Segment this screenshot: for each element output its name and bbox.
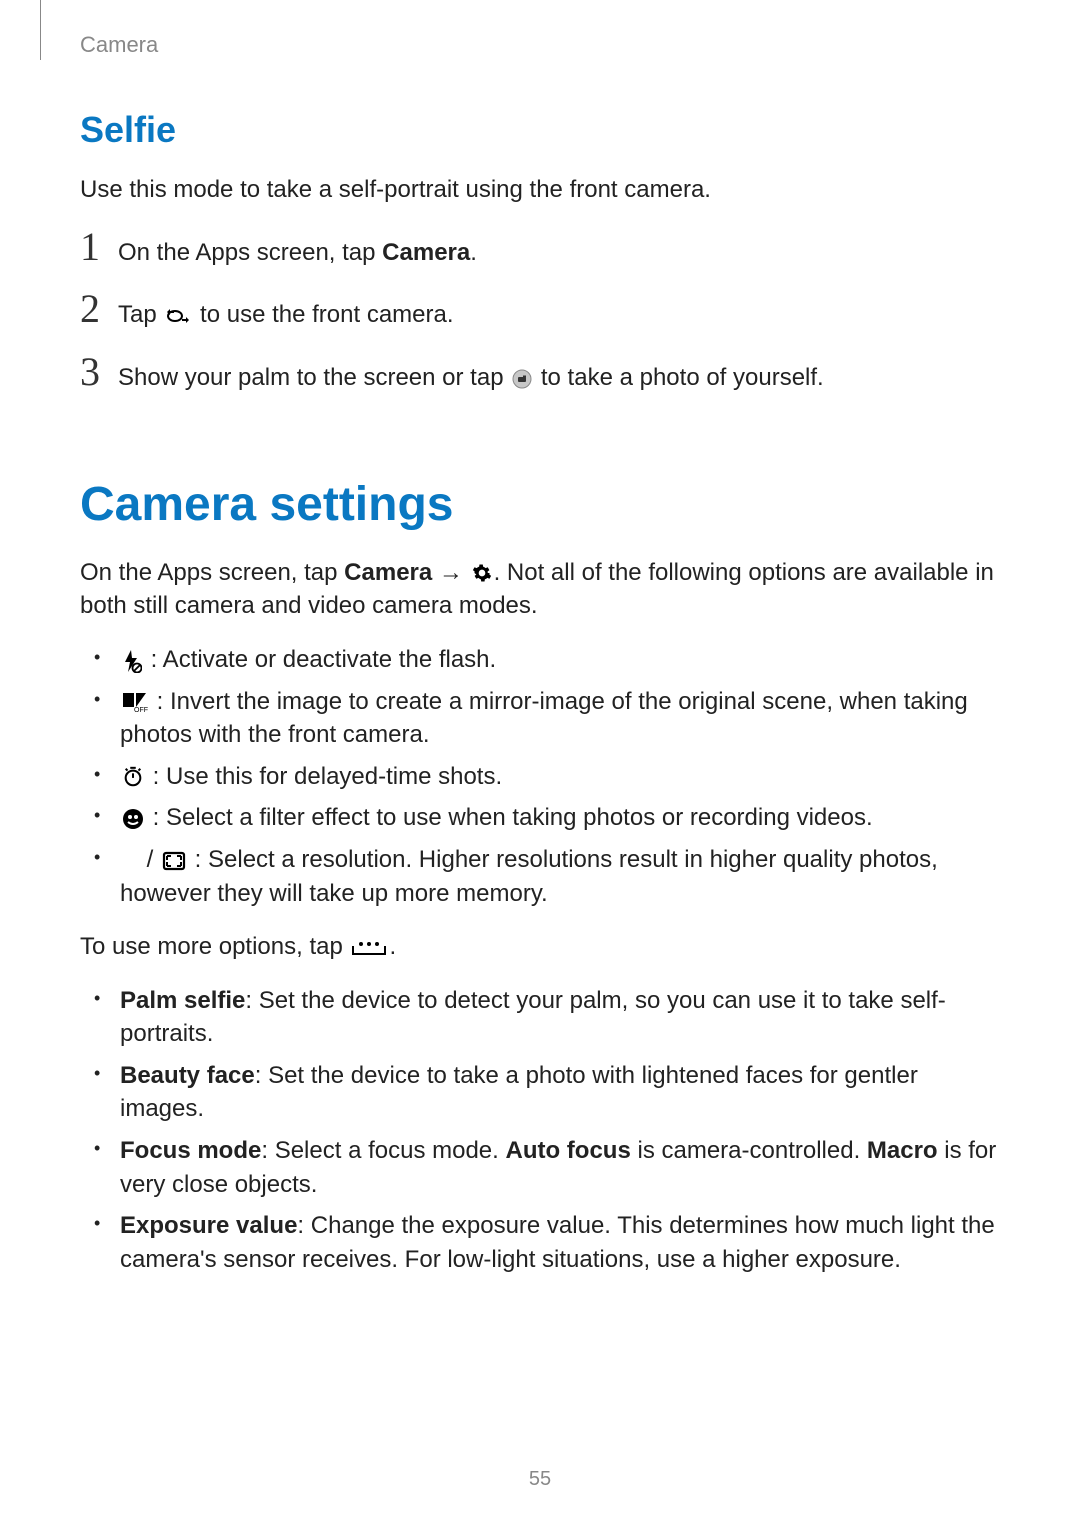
step-number: 3 [80,352,118,392]
focus-bold2: Macro [867,1137,938,1164]
camera-settings-heading: Camera settings [80,471,1000,538]
resolution-sep: / [140,846,160,873]
page-number: 55 [0,1465,1080,1493]
timer-icon [122,766,144,788]
step-1-post: . [470,239,477,266]
list-item-beauty-face: Beauty face: Set the device to take a ph… [80,1059,1000,1126]
selfie-heading: Selfie [80,105,1000,155]
selfie-steps: 1 On the Apps screen, tap Camera. 2 Tap … [80,227,1000,395]
step-2: 2 Tap to use the front camera. [80,289,1000,332]
camera-settings-intro: On the Apps screen, tap Camera → . Not a… [80,556,1000,623]
flash-off-icon [122,649,142,673]
resolution-desc: : Select a resolution. Higher resolution… [120,846,938,907]
step-1-bold: Camera [382,239,470,266]
timer-desc: : Use this for delayed-time shots. [146,763,502,790]
step-2-post: to use the front camera. [193,301,453,328]
list-item-filter: : Select a filter effect to use when tak… [80,801,1000,835]
step-number: 2 [80,289,118,329]
gear-icon [472,563,492,583]
more-intro-post: . [389,933,396,960]
shutter-icon [512,369,532,389]
step-3-post: to take a photo of yourself. [534,364,824,391]
list-item-mirror: OFF : Invert the image to create a mirro… [80,685,1000,752]
focus-bold1: Auto focus [505,1137,630,1164]
exposure-label: Exposure value [120,1212,297,1239]
settings-intro-bold: Camera [344,559,432,586]
step-3-text: Show your palm to the screen or tap to t… [118,361,1000,395]
focus-desc2: is camera-controlled. [631,1137,867,1164]
more-options-list: Palm selfie: Set the device to detect yo… [80,984,1000,1277]
page: Camera Selfie Use this mode to take a se… [0,0,1080,1527]
step-1-pre: On the Apps screen, tap [118,239,382,266]
list-item-palm-selfie: Palm selfie: Set the device to detect yo… [80,984,1000,1051]
filter-icon [122,808,144,830]
filter-desc: : Select a filter effect to use when tak… [146,804,873,831]
palm-label: Palm selfie [120,987,245,1014]
list-item-flash: : Activate or deactivate the flash. [80,643,1000,677]
step-3-pre: Show your palm to the screen or tap [118,364,510,391]
list-item-exposure-value: Exposure value: Change the exposure valu… [80,1209,1000,1276]
step-2-pre: Tap [118,301,163,328]
mirror-off-icon: OFF [122,692,148,712]
mirror-desc: : Invert the image to create a mirror-im… [120,688,968,749]
svg-text:OFF: OFF [134,707,148,712]
resolution-large-icon [162,851,186,871]
header-section-label: Camera [80,30,1000,61]
page-border-mark [40,0,41,60]
list-item-focus-mode: Focus mode: Select a focus mode. Auto fo… [80,1134,1000,1201]
switch-camera-icon [165,306,191,326]
list-item-timer: : Use this for delayed-time shots. [80,760,1000,794]
flash-desc: : Activate or deactivate the flash. [144,646,496,673]
more-intro-pre: To use more options, tap [80,933,349,960]
focus-desc1: : Select a focus mode. [261,1137,505,1164]
more-options-icon [351,940,387,956]
step-number: 1 [80,227,118,267]
selfie-intro: Use this mode to take a self-portrait us… [80,173,1000,207]
more-options-intro: To use more options, tap . [80,930,1000,964]
list-item-resolution: / : Select a resolution. Higher resoluti… [80,843,1000,910]
step-1: 1 On the Apps screen, tap Camera. [80,227,1000,270]
beauty-label: Beauty face [120,1062,255,1089]
step-3: 3 Show your palm to the screen or tap to… [80,352,1000,395]
settings-intro-pre: On the Apps screen, tap [80,559,344,586]
focus-label: Focus mode [120,1137,261,1164]
settings-icon-list: : Activate or deactivate the flash. OFF … [80,643,1000,910]
step-1-text: On the Apps screen, tap Camera. [118,236,1000,270]
settings-intro-arrow: → [432,559,469,586]
step-2-text: Tap to use the front camera. [118,298,1000,332]
